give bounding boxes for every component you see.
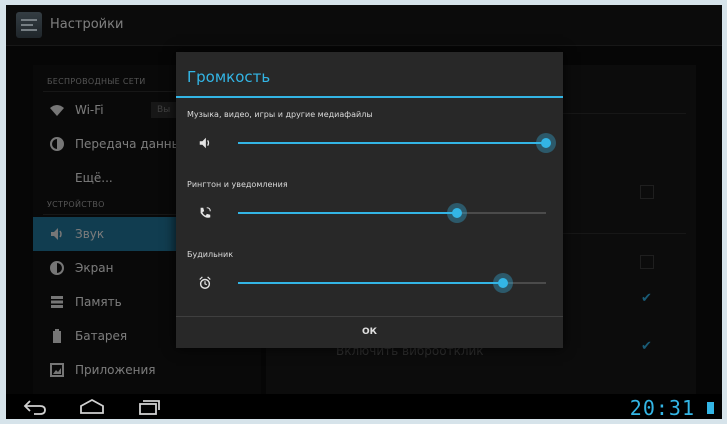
slider-thumb[interactable] — [492, 273, 513, 293]
ok-button[interactable]: ОК — [176, 317, 563, 348]
alarm-icon — [198, 276, 212, 290]
volume-dialog: Громкость Музыка, видео, игры и другие м… — [176, 52, 563, 348]
battery-status-icon — [707, 402, 714, 414]
dialog-title: Громкость — [187, 68, 271, 86]
dialog-title-divider — [176, 96, 563, 98]
back-button-icon[interactable] — [22, 398, 48, 419]
slider-thumb[interactable] — [446, 203, 467, 223]
slider-fill — [238, 142, 546, 144]
media-volume-slider[interactable] — [238, 133, 556, 153]
system-nav-bar: 20:31 — [6, 394, 722, 419]
home-button-icon[interactable] — [78, 398, 106, 419]
slider-fill — [238, 282, 503, 284]
ringtone-volume-slider[interactable] — [238, 203, 546, 223]
speaker-icon — [198, 136, 212, 150]
alarm-volume-label: Будильник — [187, 250, 234, 259]
status-clock: 20:31 — [629, 396, 695, 419]
slider-thumb[interactable] — [536, 133, 556, 153]
tablet-screen: Настройки БЕСПРОВОДНЫЕ СЕТИ Wi-Fi Вы Пер… — [6, 5, 722, 419]
alarm-volume-slider[interactable] — [238, 273, 546, 293]
slider-fill — [238, 212, 457, 214]
recent-apps-button-icon[interactable] — [136, 398, 162, 419]
ringtone-volume-label: Рингтон и уведомления — [187, 180, 288, 189]
ringtone-icon — [198, 206, 212, 220]
media-volume-label: Музыка, видео, игры и другие медиафайлы — [187, 110, 373, 119]
